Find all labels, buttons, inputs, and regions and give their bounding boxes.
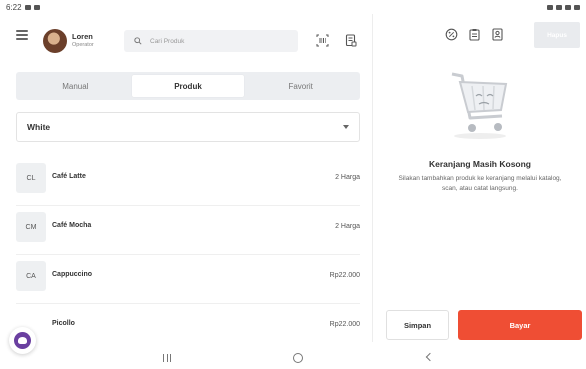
wifi-icon (556, 4, 562, 10)
chevron-down-icon (343, 125, 349, 129)
catalog-pane: Loren Operator Manual Produk Favorit Whi… (0, 14, 372, 354)
receipt-icon[interactable] (345, 34, 357, 47)
cart-pane: Hapus Keranjang Masih Kosong Silakan tam… (372, 14, 586, 342)
empty-cart-title: Keranjang Masih Kosong (428, 159, 531, 169)
product-thumbnail: CA (16, 261, 46, 291)
product-list: CL Café Latte 2 Harga CM Café Mocha 2 Ha… (16, 157, 360, 353)
product-price: 2 Harga (335, 223, 360, 230)
discount-icon[interactable] (445, 28, 458, 41)
search-input[interactable] (150, 37, 290, 45)
category-value: White (27, 122, 51, 132)
status-time: 6:22 (6, 2, 22, 12)
mode-tabs: Manual Produk Favorit (16, 72, 360, 100)
search-box[interactable] (124, 30, 298, 52)
save-button[interactable]: Simpan (386, 310, 449, 340)
user-name: Loren (72, 32, 93, 41)
product-name: Café Latte (52, 173, 86, 180)
product-name: Cappuccino (52, 271, 93, 278)
status-bar: 6:22 (0, 0, 586, 14)
empty-cart-description: Silakan tambahkan produk ke keranjang me… (398, 175, 562, 192)
product-price: Rp22.000 (329, 321, 360, 328)
tab-favorit[interactable]: Favorit (244, 75, 357, 97)
product-name: Café Mocha (52, 222, 92, 229)
user-role: Operator (72, 42, 94, 48)
battery-icon (574, 4, 580, 10)
notification-icon (24, 4, 31, 10)
category-select[interactable]: White (16, 112, 360, 142)
bluetooth-icon (547, 4, 553, 10)
product-row[interactable]: CA Cappuccino Rp22.000 (16, 255, 360, 304)
product-thumbnail: CM (16, 212, 46, 242)
cart-icon (451, 72, 508, 139)
top-bar: Loren Operator (0, 14, 372, 68)
product-row[interactable]: CL Café Latte 2 Harga (16, 157, 360, 206)
tab-manual[interactable]: Manual (19, 75, 132, 97)
clipboard-icon[interactable] (468, 28, 481, 41)
home-icon[interactable] (293, 353, 303, 363)
recents-icon[interactable] (163, 354, 171, 362)
tab-produk[interactable]: Produk (131, 75, 245, 97)
menu-icon[interactable] (16, 30, 28, 40)
product-price: 2 Harga (335, 174, 360, 181)
app-notification-icon (33, 4, 40, 10)
avatar[interactable] (43, 29, 67, 53)
product-thumbnail: CL (16, 163, 46, 193)
back-icon[interactable] (425, 352, 435, 362)
pay-button[interactable]: Bayar (458, 310, 582, 340)
signal-icon (565, 4, 571, 10)
product-name: Picollo (52, 320, 75, 327)
product-row[interactable]: CM Café Mocha 2 Harga (16, 206, 360, 255)
customer-icon[interactable] (491, 28, 504, 41)
search-icon (134, 37, 142, 45)
delete-button[interactable]: Hapus (534, 22, 580, 48)
product-price: Rp22.000 (329, 272, 360, 279)
barcode-icon[interactable] (316, 34, 329, 47)
system-nav-bar (0, 346, 586, 369)
